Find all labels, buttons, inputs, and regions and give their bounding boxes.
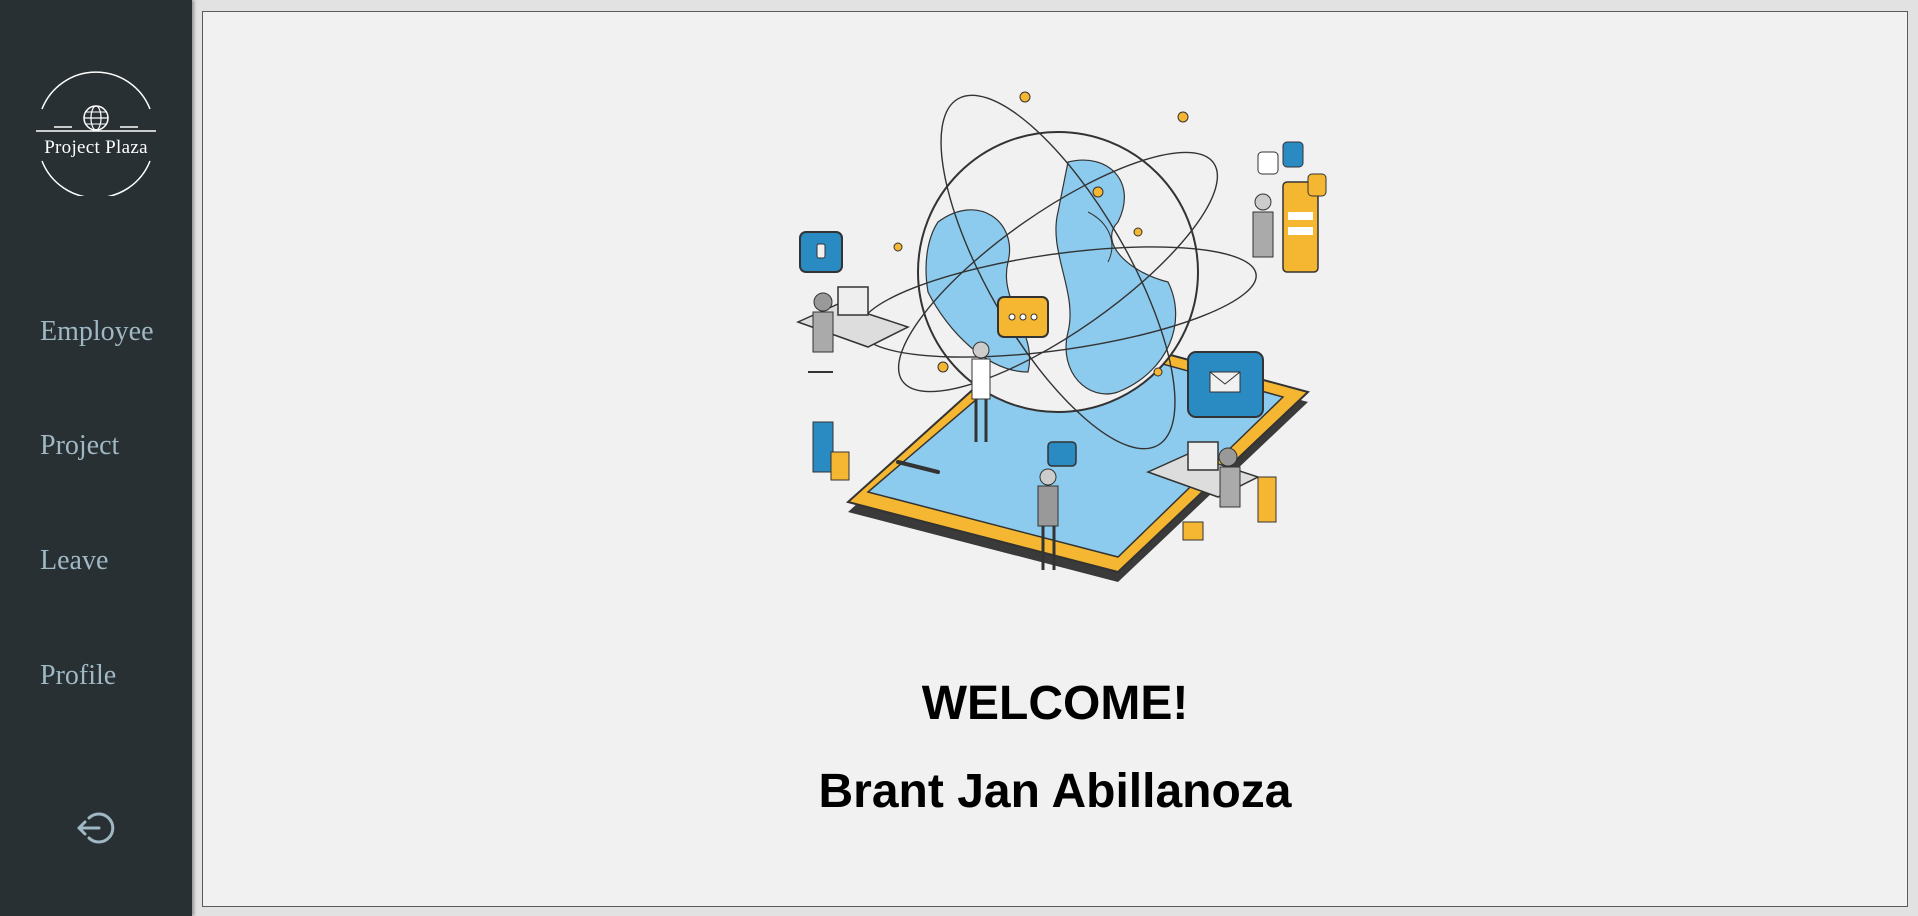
sidebar-item-profile[interactable]: Profile [40,662,116,690]
sidebar-item-leave[interactable]: Leave [40,547,108,575]
user-name: Brant Jan Abillanoza [818,765,1292,818]
main-content: WELCOME! Brant Jan Abillanoza [202,11,1908,907]
globe-network-illustration [788,72,1348,592]
logout-icon [77,812,115,844]
small-bubble-icon [1047,441,1077,467]
person-with-phone [1252,141,1327,273]
welcome-heading: WELCOME! [921,677,1189,730]
sidebar-item-employee[interactable]: Employee [40,318,154,346]
message-bubble-icon [799,231,843,273]
desk-worker-left [795,286,910,373]
logo-frame [36,71,156,196]
logo-text: Project Plaza [44,137,148,158]
sidebar: Project Plaza Employee Project Leave Pro… [0,0,192,916]
mail-bubble-icon [1187,351,1264,418]
app-logo[interactable]: Project Plaza [32,71,160,196]
logout-button[interactable] [75,809,117,847]
chat-bubble-icon [997,296,1049,338]
sidebar-item-project[interactable]: Project [40,432,119,460]
globe-icon [83,105,109,131]
